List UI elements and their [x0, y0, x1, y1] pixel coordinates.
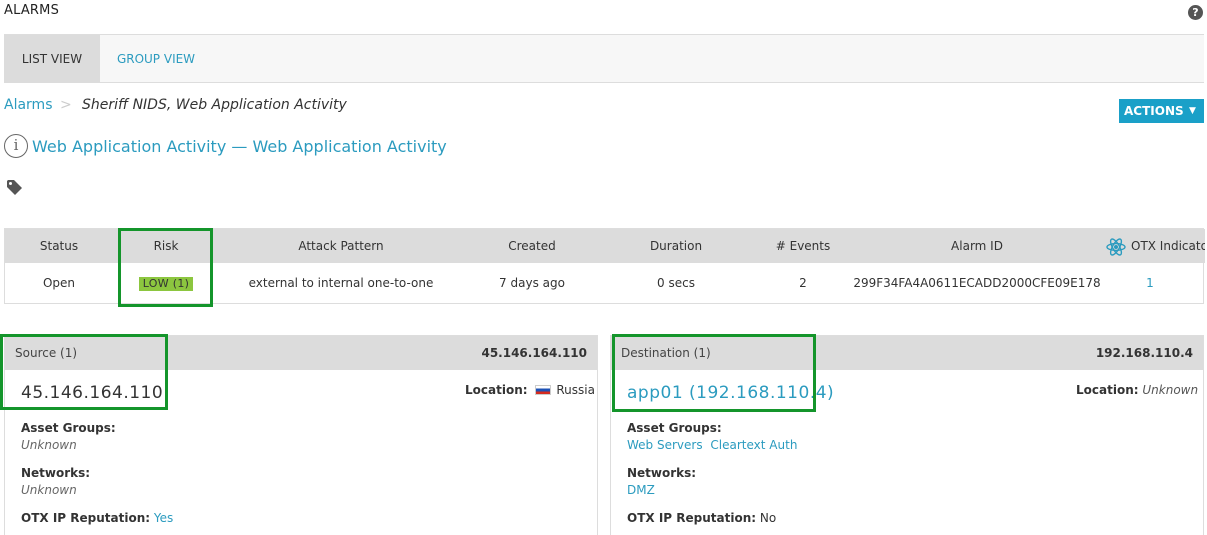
col-header-attack-pattern[interactable]: Attack Pattern	[213, 229, 469, 263]
destination-asset-groups-label: Asset Groups:	[627, 421, 722, 435]
source-asset-groups-value: Unknown	[21, 438, 77, 452]
help-icon[interactable]: ?	[1188, 5, 1203, 20]
source-location: Location: Russia	[465, 383, 595, 397]
source-ip: 45.146.164.110	[21, 383, 164, 403]
destination-header-label: Destination (1)	[621, 346, 711, 360]
destination-otx-value: No	[759, 511, 777, 525]
destination-panel: Destination (1) 192.168.110.4 app01 (192…	[610, 335, 1204, 535]
chevron-down-icon: ▼	[1189, 106, 1196, 116]
otx-atom-icon	[1106, 238, 1126, 256]
col-header-events[interactable]: # Events	[757, 229, 849, 263]
source-otx-reputation: OTX IP Reputation: Yes	[21, 511, 173, 525]
source-otx-label: OTX IP Reputation:	[21, 511, 151, 525]
destination-asset-groups: Web Servers Cleartext Auth	[627, 438, 797, 452]
cell-alarm-id: 299F34FA4A0611ECADD2000CFE09E178	[853, 276, 1101, 290]
col-header-alarm-id[interactable]: Alarm ID	[849, 229, 1105, 263]
col-header-status[interactable]: Status	[5, 229, 113, 263]
asset-group-link[interactable]: Cleartext Auth	[710, 438, 797, 452]
destination-location: Location: Unknown	[1076, 383, 1198, 397]
destination-network-link[interactable]: DMZ	[627, 483, 655, 497]
cell-otx-indicators-link[interactable]: 1	[1105, 263, 1195, 304]
alarm-title[interactable]: Web Application Activity — Web Applicati…	[32, 137, 447, 156]
asset-group-link[interactable]: Web Servers	[627, 438, 703, 452]
tab-list-view[interactable]: LIST VIEW	[4, 35, 100, 83]
source-otx-value-link[interactable]: Yes	[154, 511, 173, 525]
col-header-duration[interactable]: Duration	[595, 229, 757, 263]
tag-icon[interactable]	[6, 179, 24, 197]
col-header-risk[interactable]: Risk	[119, 229, 213, 263]
info-icon[interactable]: i	[4, 134, 28, 158]
source-location-label: Location:	[465, 383, 528, 397]
source-location-value: Russia	[556, 383, 595, 397]
cell-attack-pattern: external to internal one-to-one	[248, 276, 434, 290]
destination-otx-label: OTX IP Reputation:	[627, 511, 757, 525]
source-panel: Source (1) 45.146.164.110 45.146.164.110…	[4, 335, 598, 535]
cell-risk: LOW (1)	[119, 263, 213, 304]
breadcrumb-current: Sheriff NIDS, Web Application Activity	[82, 97, 347, 113]
cell-duration: 0 secs	[657, 276, 695, 290]
source-networks-value: Unknown	[21, 483, 77, 497]
cell-created: 7 days ago	[499, 276, 565, 290]
cell-events: 2	[799, 276, 807, 290]
alarm-summary-table: Status Risk Attack Pattern Created Durat…	[4, 228, 1205, 304]
destination-header-ip: 192.168.110.4	[1095, 346, 1193, 360]
source-header-label: Source (1)	[15, 346, 78, 360]
destination-otx-reputation: OTX IP Reputation: No	[627, 511, 776, 525]
view-tabbar: LIST VIEW GROUP VIEW	[4, 35, 1204, 83]
tab-group-view[interactable]: GROUP VIEW	[100, 35, 212, 83]
col-header-created[interactable]: Created	[469, 229, 595, 263]
destination-location-label: Location:	[1076, 383, 1139, 397]
col-header-otx-indicators[interactable]: OTX Indicators	[1131, 229, 1205, 263]
destination-host-link[interactable]: app01 (192.168.110.4)	[627, 383, 834, 403]
cell-status: Open	[42, 276, 76, 290]
page-title: ALARMS	[4, 3, 60, 18]
destination-location-value: Unknown	[1142, 383, 1199, 397]
russia-flag-icon	[535, 385, 552, 395]
destination-networks-label: Networks:	[627, 466, 697, 480]
source-header-ip: 45.146.164.110	[481, 346, 587, 360]
breadcrumb-alarms-link[interactable]: Alarms	[4, 97, 53, 113]
source-asset-groups-label: Asset Groups:	[21, 421, 116, 435]
source-networks-label: Networks:	[21, 466, 91, 480]
breadcrumb-separator: >	[60, 97, 72, 113]
risk-badge: LOW (1)	[138, 277, 194, 291]
